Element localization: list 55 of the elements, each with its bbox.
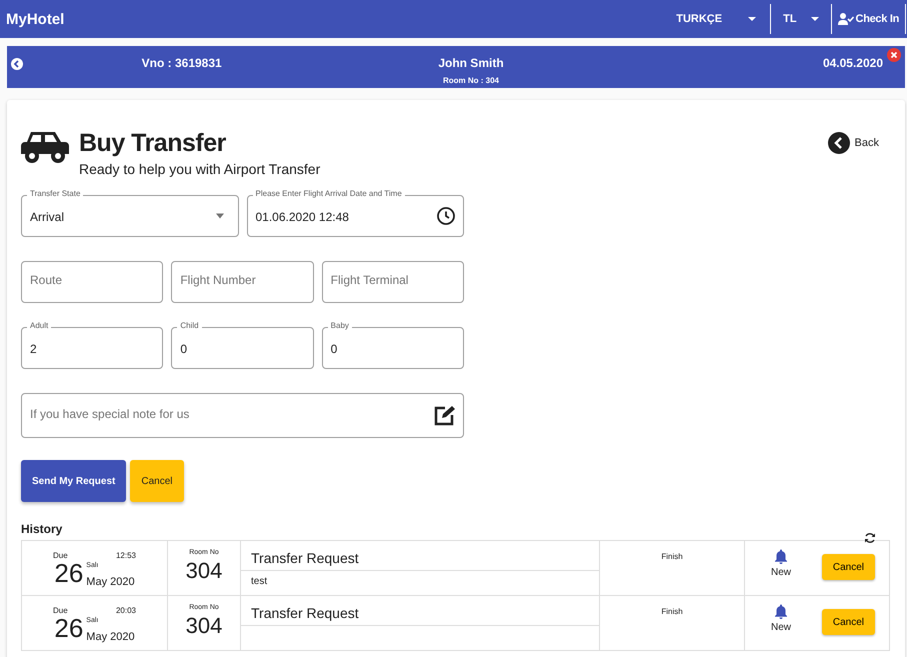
room-number: 304: [186, 558, 222, 584]
user-check-icon: [838, 13, 854, 25]
close-icon[interactable]: [887, 48, 901, 62]
back-icon: [828, 132, 850, 154]
page-subtitle: Ready to help you with Airport Transfer: [79, 161, 322, 177]
dropdown-caret-icon: [216, 214, 224, 218]
due-day: 26: [54, 615, 84, 650]
request-note: test: [250, 575, 268, 587]
request-state: New: [771, 567, 792, 578]
due-label: Due: [53, 551, 68, 560]
input-field[interactable]: 2: [21, 327, 164, 369]
due-day: 26: [54, 560, 84, 595]
due-time: 20:03: [116, 606, 136, 615]
cancel-button[interactable]: Cancel: [822, 554, 875, 580]
guest-name: John Smith: [438, 56, 504, 70]
request-state: New: [771, 622, 792, 633]
app-title: MyHotel: [6, 10, 66, 28]
cancel-button[interactable]: Cancel: [130, 460, 184, 502]
request-status: Finish: [661, 607, 683, 618]
send-request-button[interactable]: Send My Request: [21, 460, 126, 502]
request-status: Finish: [661, 552, 683, 563]
input-field[interactable]: Flight Number: [171, 261, 314, 303]
edit-icon: [433, 404, 455, 426]
room-number: Room No : 304: [442, 76, 499, 85]
note-field[interactable]: If you have special note for us: [21, 393, 464, 438]
cancel-button[interactable]: Cancel: [822, 609, 875, 635]
due-time: 12:53: [116, 551, 136, 560]
due-month: May 2020: [86, 631, 135, 645]
clock-icon: [437, 207, 455, 225]
request-title: Transfer Request: [241, 596, 599, 626]
bell-icon: [774, 549, 788, 564]
check-in-button[interactable]: Check In: [832, 4, 906, 34]
due-label: Due: [53, 606, 68, 615]
bell-icon: [774, 604, 788, 619]
voucher-number: Vno : 3619831: [142, 56, 222, 70]
stay-date: 04.05.2020: [822, 56, 883, 70]
input-field[interactable]: 0: [171, 327, 314, 369]
page-title: Buy Transfer: [79, 128, 227, 158]
field-label: Please Enter Flight Arrival Date and Time: [252, 189, 405, 199]
due-month: May 2020: [86, 576, 135, 590]
room-number: 304: [186, 613, 222, 639]
section-title: History: [21, 522, 62, 536]
refresh-icon[interactable]: [864, 532, 876, 544]
field-label: Adult: [27, 321, 52, 331]
back-button[interactable]: Back: [828, 132, 879, 154]
select-field[interactable]: Arrival: [21, 195, 238, 237]
request-title: Transfer Request: [241, 541, 599, 571]
back-icon[interactable]: [11, 58, 23, 70]
currency-dropdown[interactable]: TL: [771, 4, 832, 34]
language-dropdown[interactable]: TURKÇE: [664, 4, 772, 34]
field-label: Baby: [328, 321, 352, 331]
field-label: Child: [177, 321, 202, 331]
input-field[interactable]: Flight Terminal: [322, 261, 464, 303]
field-label: Transfer State: [27, 189, 84, 199]
input-field[interactable]: Route: [21, 261, 164, 303]
